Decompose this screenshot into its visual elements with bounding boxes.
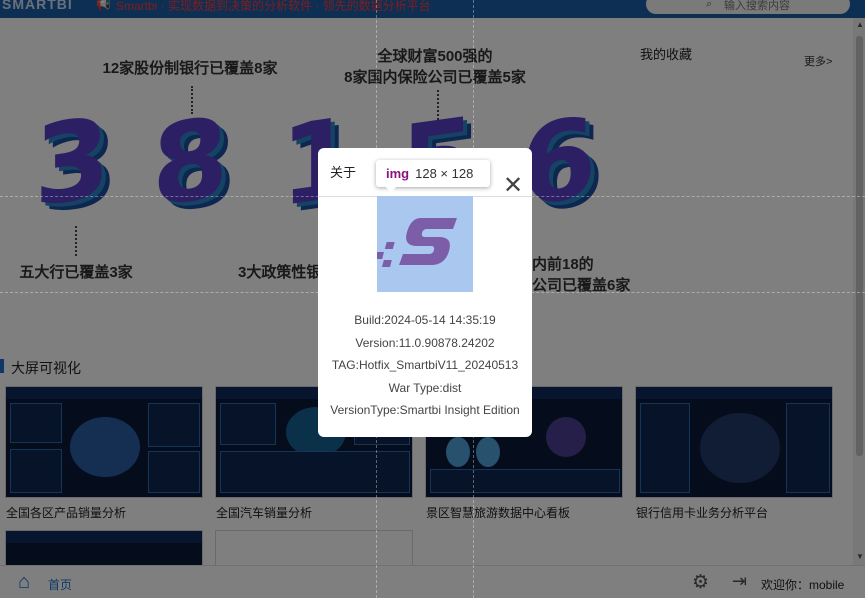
tag-info: TAG:Hotfix_SmartbiV11_20240513 [331,358,519,372]
build-info: Build:2024-05-14 14:35:19 [354,313,496,327]
tooltip-tag: img [386,166,410,181]
dialog-title: 关于 [330,165,357,180]
war-type-info: War Type:dist [388,381,462,395]
inspect-tooltip: img 128 × 128 [376,160,490,187]
tooltip-dimensions: 128 × 128 [415,166,474,181]
about-dialog: 关于 ✕ Build:2024-05-14 14:35:19 Version:1… [318,148,532,437]
smartbi-s-logo-icon [374,218,457,267]
product-logo-image [374,196,473,292]
version-info: Version:11.0.90878.24202 [355,336,495,350]
tooltip-arrow [385,186,397,193]
close-icon[interactable]: ✕ [502,174,524,198]
version-type-info: VersionType:Smartbi Insight Edition [330,403,520,417]
